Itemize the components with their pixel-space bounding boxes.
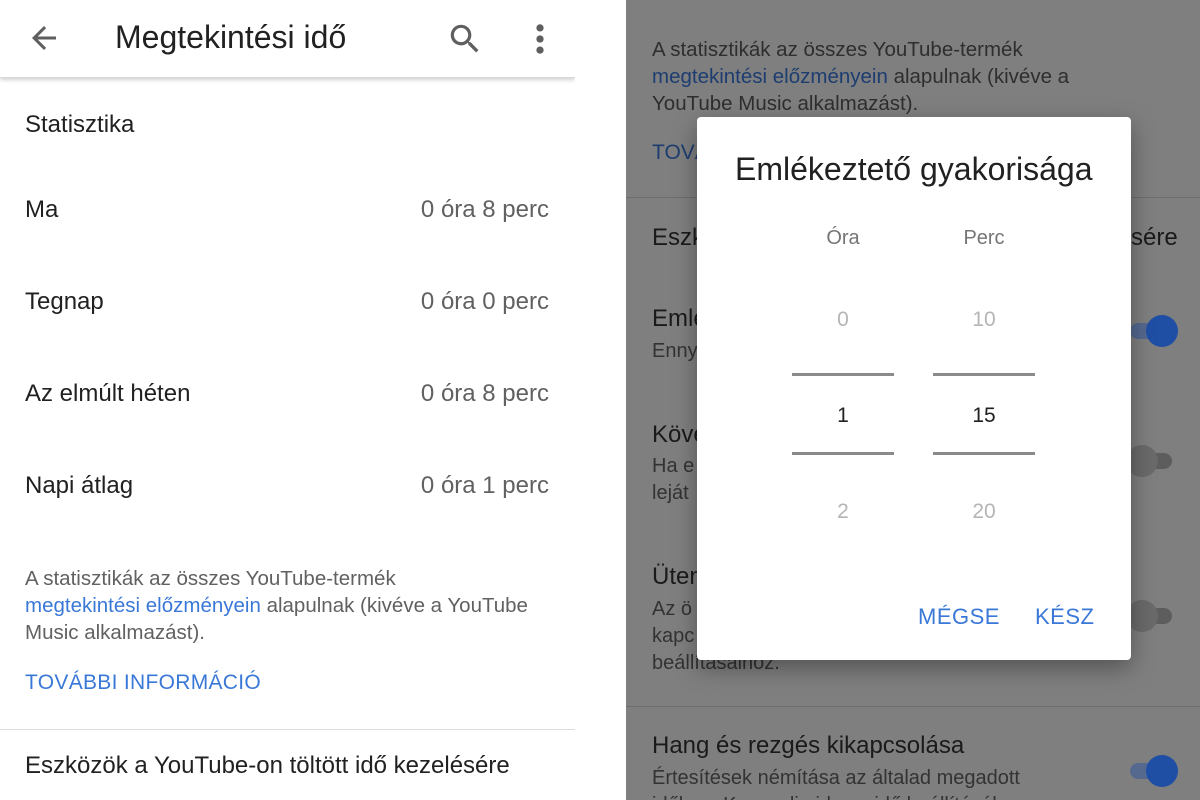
more-options-icon[interactable] [528, 20, 552, 58]
setting-subtitle: leját [652, 482, 689, 504]
watch-history-link[interactable]: megtekintési előzményein [25, 594, 261, 617]
stat-value: 0 óra 8 perc [420, 380, 549, 407]
divider [626, 706, 1200, 707]
stat-row-yesterday: Tegnap 0 óra 0 perc [0, 288, 575, 328]
reminder-toggle [1126, 315, 1178, 347]
setting-subtitle: Ha e [652, 455, 695, 477]
setting-title-mute: Hang és rezgés kikapcsolása [652, 732, 965, 759]
page-title: Megtekintési idő [115, 19, 347, 55]
setting-subtitle: időben. Kapcsolja ide az idő beállításáh… [652, 792, 1030, 800]
hour-option-prev[interactable]: 0 [792, 308, 894, 332]
back-arrow-icon[interactable] [26, 20, 62, 56]
picker-divider [792, 452, 894, 455]
minute-option-next[interactable]: 20 [933, 500, 1035, 524]
more-info-link[interactable]: TOVÁBBI INFORMÁCIÓ [25, 671, 261, 695]
setting-toggle [1126, 600, 1176, 632]
hour-option-next[interactable]: 2 [792, 500, 894, 524]
hour-picker-header: Óra [826, 227, 860, 249]
stat-row-daily-average: Napi átlag 0 óra 1 perc [0, 472, 575, 512]
hour-option-selected[interactable]: 1 [792, 404, 894, 428]
statistics-note: A statisztikák az összes YouTube-termék … [652, 36, 1172, 117]
picker-divider [933, 452, 1035, 455]
setting-subtitle: Enny [652, 340, 698, 362]
minute-option-prev[interactable]: 10 [933, 308, 1035, 332]
tools-heading-partial: sére [1131, 224, 1178, 251]
mute-toggle [1126, 755, 1178, 787]
picker-divider [792, 373, 894, 376]
done-button[interactable]: KÉSZ [1035, 604, 1094, 630]
setting-subtitle: Az ö [652, 598, 693, 620]
note-text: A statisztikák az összes YouTube-termék [652, 38, 1023, 61]
watch-time-screen: Megtekintési idő Statisztika Ma 0 óra 8 … [0, 0, 575, 800]
search-icon[interactable] [446, 20, 484, 58]
stat-label: Ma [25, 196, 59, 223]
stat-row-today: Ma 0 óra 8 perc [0, 196, 575, 236]
hour-picker[interactable]: Óra 0 1 2 [792, 227, 894, 523]
cancel-button[interactable]: MÉGSE [918, 604, 1000, 630]
note-text: alapulnak (kivéve a [893, 65, 1070, 88]
stat-value: 0 óra 1 perc [420, 472, 549, 499]
divider [0, 729, 575, 730]
stat-row-last-week: Az elmúlt héten 0 óra 8 perc [0, 380, 575, 420]
app-bar: Megtekintési idő [0, 0, 575, 78]
panel-gap [575, 0, 626, 800]
stat-value: 0 óra 8 perc [420, 196, 549, 223]
setting-subtitle: Értesítések némítása az általad megadott [652, 767, 1020, 789]
watch-history-link: megtekintési előzményein [652, 65, 888, 88]
setting-title: Üten [652, 563, 703, 590]
dialog-title: Emlékeztető gyakorisága [735, 151, 1093, 187]
setting-subtitle: kapc [652, 625, 695, 647]
minute-option-selected[interactable]: 15 [933, 404, 1035, 428]
stat-label: Tegnap [25, 288, 104, 315]
tools-heading: Eszközök a YouTube-on töltött idő kezelé… [25, 752, 510, 779]
note-text: YouTube Music alkalmazást). [652, 92, 919, 115]
stat-label: Az elmúlt héten [25, 380, 191, 407]
reminder-frequency-dialog: Emlékeztető gyakorisága Óra 0 1 2 Perc 1… [697, 117, 1131, 660]
statistics-note: A statisztikák az összes YouTube-termék … [25, 565, 545, 646]
stat-label: Napi átlag [25, 472, 134, 499]
note-text: A statisztikák az összes YouTube-termék [25, 567, 396, 590]
stat-value: 0 óra 0 perc [420, 288, 549, 315]
statistics-heading: Statisztika [25, 111, 135, 138]
minute-picker[interactable]: Perc 10 15 20 [933, 227, 1035, 523]
setting-toggle [1126, 445, 1176, 477]
picker-divider [933, 373, 1035, 376]
minute-picker-header: Perc [963, 227, 1005, 249]
